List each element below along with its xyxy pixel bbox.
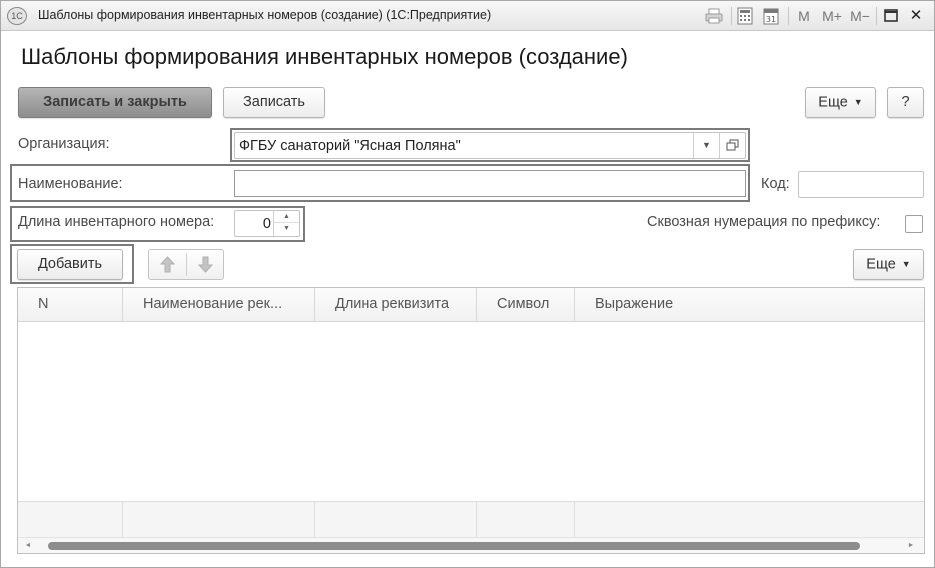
table-header: N Наименование рек... Длина реквизита Си… — [18, 288, 924, 322]
calendar-day-text: 31 — [766, 15, 776, 24]
save-and-close-button[interactable]: Записать и закрыть — [18, 87, 212, 118]
window-title: Шаблоны формирования инвентарных номеров… — [38, 8, 492, 22]
memory-minus-icon[interactable]: M− — [848, 6, 872, 26]
toolbar-separator — [788, 7, 789, 25]
footer-cell — [18, 502, 123, 537]
memory-plus-icon[interactable]: M+ — [820, 6, 844, 26]
toolbar-separator — [731, 7, 732, 25]
help-button[interactable]: ? — [887, 87, 924, 118]
length-label: Длина инвентарного номера: — [18, 214, 215, 230]
organization-value: ФГБУ санаторий "Ясная Поляна" — [239, 138, 461, 154]
add-button[interactable]: Добавить — [17, 249, 123, 280]
footer-cell — [123, 502, 315, 537]
column-header-symbol[interactable]: Символ — [477, 288, 575, 321]
length-stepper[interactable]: 0 ▲ ▼ — [234, 210, 300, 237]
scroll-right-icon[interactable]: ► — [903, 539, 919, 553]
organization-field[interactable]: ФГБУ санаторий "Ясная Поляна" ▼ — [234, 132, 746, 159]
table-more-button[interactable]: Еще ▼ — [853, 249, 924, 280]
table-more-label: Еще — [866, 256, 896, 273]
code-field[interactable] — [798, 171, 924, 198]
calculator-icon[interactable] — [736, 6, 756, 26]
scroll-left-icon[interactable]: ◄ — [20, 539, 36, 553]
chevron-down-icon: ▼ — [853, 97, 863, 107]
code-label: Код: — [761, 176, 790, 192]
app-logo-icon[interactable]: 1С — [7, 7, 27, 25]
app-window: 1С Шаблоны формирования инвентарных номе… — [0, 0, 935, 568]
chevron-down-icon[interactable]: ▼ — [693, 133, 719, 158]
move-buttons — [148, 249, 224, 280]
open-form-icon[interactable] — [719, 133, 745, 158]
column-header-n[interactable]: N — [18, 288, 123, 321]
column-header-attribute-name[interactable]: Наименование рек... — [123, 288, 315, 321]
stepper-arrows: ▲ ▼ — [273, 211, 299, 236]
column-header-attribute-length[interactable]: Длина реквизита — [315, 288, 477, 321]
decrement-icon[interactable]: ▼ — [274, 223, 299, 235]
templates-table: N Наименование рек... Длина реквизита Си… — [17, 287, 925, 554]
close-icon[interactable]: ✕ — [906, 6, 926, 26]
chevron-down-icon: ▼ — [901, 259, 911, 269]
column-header-expression[interactable]: Выражение — [575, 288, 924, 321]
through-numbering-label: Сквозная нумерация по префиксу: — [647, 214, 881, 230]
more-button-label: Еще — [818, 94, 848, 111]
organization-label: Организация: — [18, 136, 110, 152]
through-numbering-checkbox[interactable] — [905, 215, 923, 233]
title-bar: 1С Шаблоны формирования инвентарных номе… — [1, 1, 934, 31]
save-button[interactable]: Записать — [223, 87, 325, 118]
maximize-icon[interactable] — [882, 6, 902, 26]
horizontal-scrollbar[interactable]: ◄ ► — [18, 537, 924, 553]
name-label: Наименование: — [18, 176, 123, 192]
toolbar-separator — [876, 7, 877, 25]
print-icon[interactable] — [704, 6, 726, 26]
name-input[interactable] — [234, 170, 746, 197]
increment-icon[interactable]: ▲ — [274, 211, 299, 223]
footer-cell — [315, 502, 477, 537]
more-button[interactable]: Еще ▼ — [805, 87, 876, 118]
move-up-icon[interactable] — [149, 250, 186, 279]
footer-cell — [477, 502, 575, 537]
page-title: Шаблоны формирования инвентарных номеров… — [21, 44, 628, 69]
memory-icon[interactable]: M — [796, 6, 812, 26]
calendar-icon[interactable]: 31 — [762, 6, 782, 26]
scrollbar-thumb[interactable] — [48, 542, 860, 550]
move-down-icon[interactable] — [187, 250, 224, 279]
table-footer — [18, 501, 924, 537]
length-value: 0 — [262, 216, 271, 232]
